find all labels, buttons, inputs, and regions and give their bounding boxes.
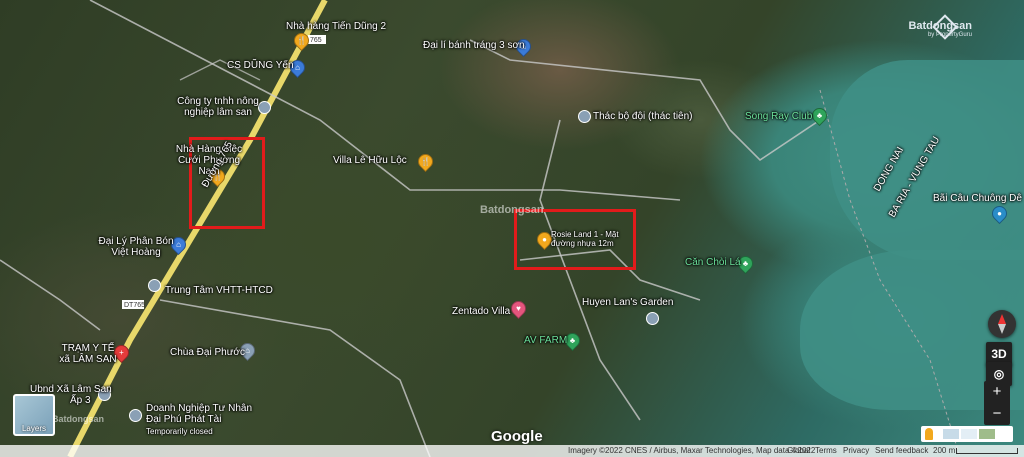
- label-av-farm[interactable]: AV FARM: [524, 335, 567, 346]
- place-dot-icon[interactable]: [578, 110, 591, 123]
- compass-icon[interactable]: [988, 310, 1016, 338]
- global-link[interactable]: Global: [787, 445, 810, 457]
- label-zentado[interactable]: Zentado Villa: [452, 306, 510, 317]
- street-view-bar[interactable]: [921, 426, 1013, 442]
- street-view-thumbnail[interactable]: [943, 429, 959, 439]
- label-tram-y-te[interactable]: TRẠM Y TẾ xã LÂM SAN: [58, 343, 118, 365]
- label-cs-dung-yen[interactable]: CS DŨNG Yến: [227, 60, 294, 71]
- local-road: [0, 259, 101, 331]
- brand-watermark: Batdongsan by PropertyGuru: [908, 20, 972, 38]
- label-temporarily-closed: Temporarily closed: [146, 427, 213, 436]
- svg-text:DT765: DT765: [124, 302, 145, 309]
- place-dot-icon[interactable]: [148, 279, 161, 292]
- label-rosie-land[interactable]: Rosie Land 1 - Mặt đường nhựa 12m: [551, 230, 629, 248]
- street-view-thumbnail[interactable]: [961, 429, 977, 439]
- local-road: [469, 39, 821, 162]
- svg-text:765: 765: [310, 37, 322, 44]
- bottom-left-watermark: Batdongsan: [52, 414, 105, 424]
- center-watermark: Batdongsan: [480, 204, 544, 216]
- label-nha-hang-tien-dung[interactable]: Nhà hàng Tiến Dũng 2: [286, 21, 386, 32]
- satellite-map[interactable]: 765 DT765 Batdongsan by PropertyGuru Batd…: [0, 0, 1024, 457]
- label-dai-li-banh-trang[interactable]: Đại lí bánh tráng 3 sơn: [423, 40, 525, 51]
- zoom-out-button[interactable]: −: [984, 403, 1010, 425]
- scale-bar: [956, 448, 1018, 454]
- label-huyen-lans[interactable]: Huyen Lan's Garden: [582, 297, 673, 308]
- map-footer: Imagery ©2022 CNES / Airbus, Maxar Techn…: [0, 445, 1024, 457]
- label-thac-bo-doi[interactable]: Thác bộ đội (thác tiên): [593, 111, 693, 122]
- label-dai-ly-phan-bon[interactable]: Đại Lý Phân Bón Việt Hoàng: [98, 236, 174, 258]
- layers-label: Layers: [21, 424, 46, 433]
- zoom-in-button[interactable]: +: [984, 381, 1010, 403]
- layers-button[interactable]: Layers: [13, 394, 55, 436]
- label-ap3[interactable]: Ấp 3: [70, 395, 91, 406]
- label-can-choi-la[interactable]: Căn Chòi Lá: [685, 257, 741, 268]
- pegman-icon[interactable]: [925, 428, 933, 440]
- label-cong-ty[interactable]: Công ty tnhh nông nghiệp lâm san: [176, 96, 260, 118]
- place-dot-icon[interactable]: [129, 409, 142, 422]
- label-bai-cau[interactable]: Bãi Câu Chuông Dê: [933, 193, 1022, 204]
- label-doanh-nghiep[interactable]: Doanh Nghiệp Tư Nhân Đại Phú Phát Tài: [146, 403, 256, 425]
- label-song-ray-club[interactable]: Song Ray Club: [745, 111, 812, 122]
- privacy-link[interactable]: Privacy: [843, 445, 869, 457]
- zoom-control[interactable]: + −: [984, 381, 1010, 425]
- terms-link[interactable]: Terms: [815, 445, 837, 457]
- label-trung-tam[interactable]: Trung Tâm VHTT-HTCD: [165, 285, 273, 296]
- road-network: 765 DT765: [0, 0, 961, 457]
- feedback-link[interactable]: Send feedback: [875, 445, 928, 457]
- google-logo: Google: [491, 428, 543, 445]
- label-villa-le-huu-loc[interactable]: Villa Lê Hữu Lộc: [333, 155, 407, 166]
- imagery-credit: Imagery ©2022 CNES / Airbus, Maxar Techn…: [568, 446, 816, 455]
- label-chua-dai-phuoc[interactable]: Chùa Đại Phước: [170, 347, 245, 358]
- street-view-thumbnail[interactable]: [979, 429, 995, 439]
- local-road: [539, 119, 641, 421]
- scale-label: 200 m: [933, 446, 956, 455]
- place-dot-icon[interactable]: [646, 312, 659, 325]
